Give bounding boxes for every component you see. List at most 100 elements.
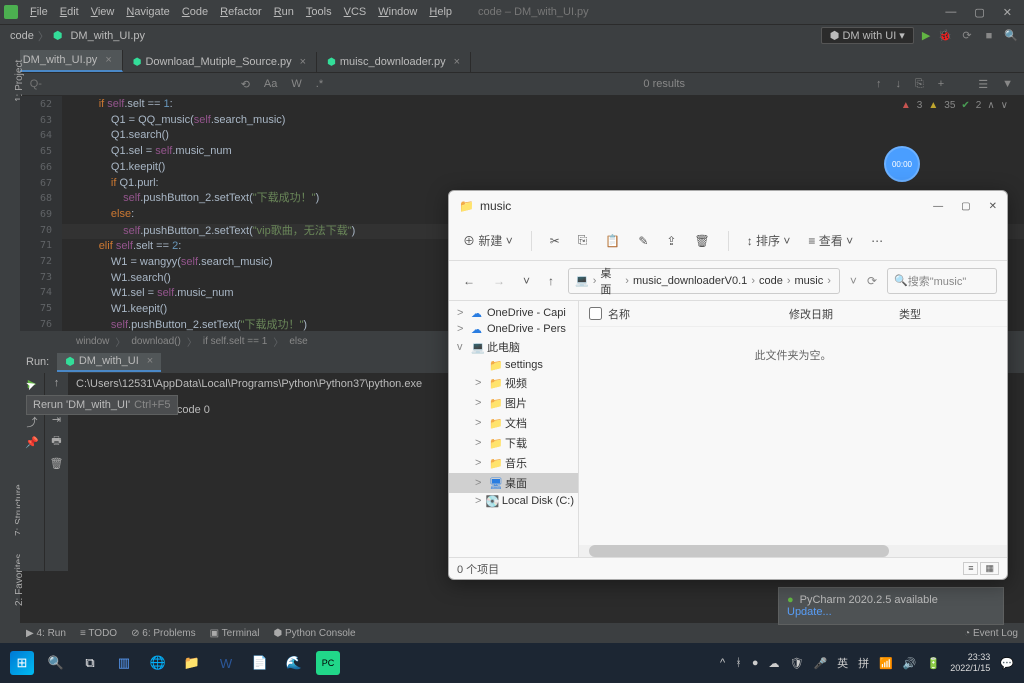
copy-icon[interactable]: ⎘: [578, 233, 588, 248]
taskbar-clock[interactable]: 23:33 2022/1/15: [950, 652, 990, 674]
taskbar[interactable]: ⊞ 🔍 ⧉ ▥ 🌐 📁 W 📄 🌊 PC ^ ᚼ ● ☁ 🛡 🎤 英 拼 📶 🔊…: [0, 643, 1024, 683]
path-segment[interactable]: music: [795, 275, 824, 287]
start-icon[interactable]: ⊞: [10, 651, 34, 675]
dropdown-icon[interactable]: ˅: [850, 274, 857, 288]
select-all-icon[interactable]: ⎘: [912, 78, 927, 91]
share-icon[interactable]: ⇪: [666, 234, 676, 248]
maximize-icon[interactable]: ▢: [974, 6, 984, 19]
breadcrumb-item[interactable]: window: [70, 336, 115, 347]
todo-tool-btn[interactable]: ≡ TODO: [80, 628, 117, 639]
tray-bt-icon[interactable]: ᚼ: [735, 657, 742, 669]
tray-battery-icon[interactable]: 🔋: [927, 657, 941, 670]
minimize-icon[interactable]: —: [945, 6, 956, 19]
debug-icon[interactable]: 🐞: [938, 29, 952, 42]
menu-vcs[interactable]: VCS: [338, 6, 373, 18]
up-icon[interactable]: ↑: [544, 274, 558, 288]
run-settings-icon[interactable]: ⤴: [27, 414, 38, 430]
more-icon[interactable]: ⋯: [871, 234, 883, 248]
tray-chevron-icon[interactable]: ^: [720, 657, 725, 669]
find-input[interactable]: [30, 78, 230, 90]
file-explorer-window[interactable]: 📁 music — ▢ ✕ ⊕ 新建 ˅ ✂ ⎘ 📋 ✎ ⇪ 🗑 ↕ 排序 ˅ …: [448, 190, 1008, 580]
explorer-sidebar[interactable]: >☁OneDrive - Capi>☁OneDrive - Persv💻此电脑📁…: [449, 301, 579, 557]
sidebar-item[interactable]: >☁OneDrive - Pers: [449, 321, 578, 337]
inspection-widget[interactable]: ▲3 ▲35 ✔2 ∧∨: [901, 100, 1008, 111]
nav-project[interactable]: code: [6, 30, 38, 42]
horizontal-scrollbar[interactable]: [579, 545, 1007, 557]
col-name[interactable]: 名称: [608, 306, 630, 322]
tray-onedrive-icon[interactable]: ☁: [768, 657, 779, 670]
col-type[interactable]: 类型: [899, 306, 921, 322]
back-icon[interactable]: ←: [459, 274, 479, 288]
explorer-min-icon[interactable]: —: [933, 201, 943, 212]
close-icon[interactable]: ✕: [1003, 6, 1012, 19]
update-link[interactable]: Update...: [787, 606, 995, 618]
address-bar[interactable]: 💻› 桌面›music_downloaderV0.1›code›music›: [568, 268, 840, 294]
filter-icon[interactable]: ☰: [975, 78, 991, 91]
view-button[interactable]: ≡ 查看 ˅: [808, 232, 853, 249]
menu-refactor[interactable]: Refactor: [214, 6, 268, 18]
tray-mic-icon[interactable]: 🎤: [813, 657, 827, 670]
timer-badge[interactable]: 00:00: [884, 146, 920, 182]
menu-view[interactable]: View: [85, 6, 121, 18]
match-case-icon[interactable]: Aa: [261, 78, 280, 90]
explorer-search[interactable]: 🔍 搜索"music": [887, 268, 997, 294]
editor-tab[interactable]: ⬢muisc_downloader.py×: [317, 52, 471, 72]
new-button[interactable]: ⊕ 新建 ˅: [463, 232, 513, 249]
pin-icon[interactable]: 📌: [25, 436, 39, 449]
pycharm-tb-icon[interactable]: PC: [316, 651, 340, 675]
print-icon[interactable]: 🖶: [51, 432, 61, 451]
path-segment[interactable]: code: [759, 275, 783, 287]
terminal-tool-btn[interactable]: ▣ Terminal: [210, 628, 260, 639]
eventlog-btn[interactable]: ◔ Event Log: [964, 628, 1018, 639]
run-icon[interactable]: ▶: [922, 29, 930, 42]
recent-icon[interactable]: ˅: [519, 274, 534, 288]
forward-icon[interactable]: →: [489, 274, 509, 288]
menu-window[interactable]: Window: [372, 6, 423, 18]
cut-icon[interactable]: ✂: [550, 234, 560, 248]
col-date[interactable]: 修改日期: [789, 306, 899, 322]
chrome-icon[interactable]: 🌐: [146, 651, 170, 675]
edge-icon[interactable]: 🌊: [282, 651, 306, 675]
up-stack-icon[interactable]: ↑: [54, 377, 60, 389]
sidebar-item[interactable]: v💻此电脑: [449, 337, 578, 357]
menu-file[interactable]: File: [24, 6, 54, 18]
breadcrumb-item[interactable]: download(): [125, 336, 186, 347]
sort-button[interactable]: ↕ 排序 ˅: [747, 232, 791, 249]
rename-icon[interactable]: ✎: [638, 234, 648, 248]
sidebar-item[interactable]: >📁音乐: [449, 453, 578, 473]
tray-app-icon[interactable]: ●: [752, 657, 759, 669]
delete-icon[interactable]: 🗑: [694, 234, 709, 248]
thumb-view-icon[interactable]: ▦: [980, 562, 999, 575]
tray-wifi-icon[interactable]: 📶: [879, 657, 893, 670]
word-icon[interactable]: W: [214, 651, 238, 675]
wps-icon[interactable]: 📄: [248, 651, 272, 675]
words-icon[interactable]: W: [288, 78, 304, 90]
run-tab[interactable]: ⬢DM_with_UI×: [57, 353, 161, 372]
sidebar-item[interactable]: >📁视频: [449, 373, 578, 393]
update-notification[interactable]: ●PyCharm 2020.2.5 available Update...: [778, 587, 1004, 625]
sidebar-item[interactable]: >🖥桌面: [449, 473, 578, 493]
menu-navigate[interactable]: Navigate: [120, 6, 175, 18]
down-icon[interactable]: ↓: [892, 78, 904, 90]
prev-occurrence-icon[interactable]: ⟲: [238, 78, 253, 91]
sidebar-item[interactable]: >📁图片: [449, 393, 578, 413]
tray-ime1-icon[interactable]: 英: [837, 655, 848, 671]
select-all-checkbox[interactable]: [589, 307, 602, 320]
path-segment[interactable]: 桌面: [600, 265, 621, 297]
menu-edit[interactable]: Edit: [54, 6, 85, 18]
menu-tools[interactable]: Tools: [300, 6, 338, 18]
coverage-icon[interactable]: ⟳: [960, 29, 974, 42]
widgets-icon[interactable]: ▥: [112, 651, 136, 675]
tray-ime2-icon[interactable]: 拼: [858, 655, 869, 671]
nav-file[interactable]: DM_with_UI.py: [66, 30, 149, 42]
path-segment[interactable]: music_downloaderV0.1: [633, 275, 747, 287]
details-view-icon[interactable]: ≡: [963, 562, 978, 575]
run-config-selector[interactable]: ⬢ DM with UI ▾: [821, 27, 914, 44]
tray-notif-icon[interactable]: 💬: [1000, 657, 1014, 670]
search-tb-icon[interactable]: 🔍: [44, 651, 68, 675]
sidebar-item[interactable]: >☁OneDrive - Capi: [449, 305, 578, 321]
refresh-icon[interactable]: ⟳: [867, 274, 877, 288]
problems-tool-btn[interactable]: ⊘ 6: Problems: [131, 628, 196, 639]
stop-icon[interactable]: ■: [982, 30, 996, 42]
funnel-icon[interactable]: ▼: [999, 78, 1016, 90]
